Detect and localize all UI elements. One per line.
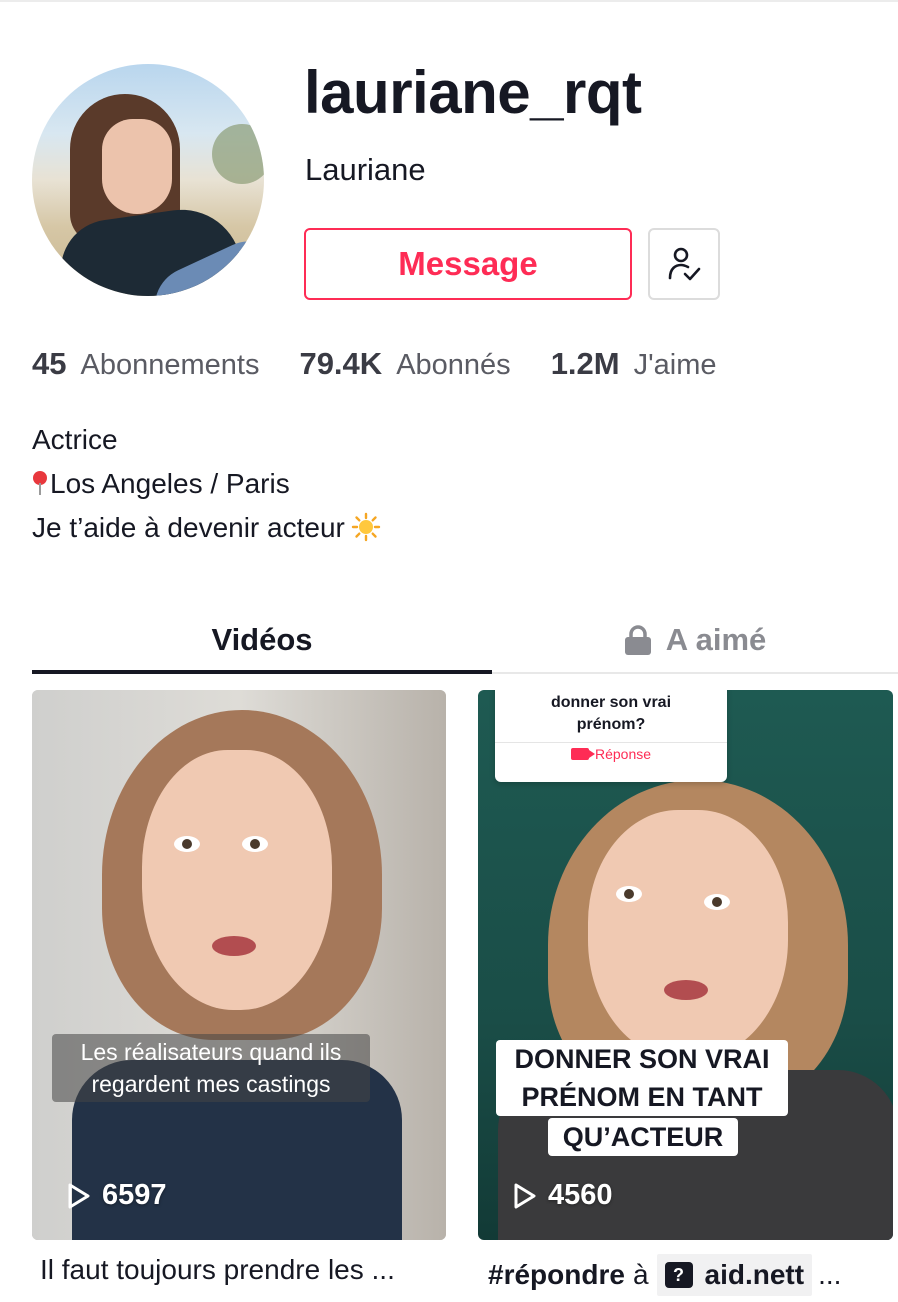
bio-location-text: Los Angeles / Paris — [50, 468, 290, 499]
message-button[interactable]: Message — [304, 228, 632, 300]
top-divider — [0, 0, 898, 2]
thumb-mouth — [212, 936, 256, 956]
profile-tabs: Vidéos A aimé — [32, 608, 898, 674]
qa-question-line: prénom? — [576, 716, 646, 733]
description-ellipsis: ... — [818, 1259, 842, 1290]
play-icon — [68, 1183, 90, 1208]
avatar-bg-palm — [212, 124, 264, 184]
stat-value: 45 — [32, 346, 67, 381]
video-caption-line3: QU’ACTEUR — [548, 1118, 738, 1156]
username: lauriane_rqt — [304, 59, 642, 126]
view-count: 6597 — [66, 1179, 167, 1212]
bio-line: Actrice — [32, 424, 118, 455]
video-description[interactable]: Il faut toujours prendre les ... — [40, 1254, 395, 1286]
tab-liked[interactable]: A aimé — [492, 608, 898, 672]
stat-value: 1.2M — [550, 346, 620, 381]
video-caption: Les réalisateurs quand ils regardent mes… — [52, 1034, 370, 1102]
caption-line: Les réalisateurs quand ils — [80, 1039, 342, 1065]
thumb-eye — [704, 894, 730, 910]
stat-followers[interactable]: 79.4K Abonnés — [299, 346, 510, 382]
hashtag-link[interactable]: #répondre — [488, 1259, 625, 1291]
qa-question: donner son vrai prénom? — [495, 692, 727, 736]
mention-link[interactable]: ? aid.nett — [656, 1254, 813, 1296]
stat-likes: 1.2M J'aime — [551, 346, 717, 382]
person-check-icon — [668, 247, 701, 281]
play-icon — [514, 1183, 536, 1208]
video-camera-icon — [570, 748, 595, 760]
display-name: Lauriane — [305, 152, 426, 187]
lock-icon — [624, 625, 651, 655]
qa-reply-label: Réponse — [594, 746, 652, 762]
video-thumbnail[interactable]: donner son vrai prénom? Réponse DONNER S… — [478, 690, 893, 1240]
thumb-eye — [242, 836, 268, 852]
stat-value: 79.4K — [299, 346, 383, 381]
caption-line: regardent mes castings — [91, 1071, 331, 1097]
thumb-eye — [616, 886, 642, 902]
stat-label: Abonnements — [80, 349, 260, 381]
video-caption: DONNER SON VRAI PRÉNOM EN TANT — [496, 1040, 788, 1116]
caption-line: PRÉNOM EN TANT — [521, 1082, 763, 1112]
thumb-eye — [174, 836, 200, 852]
thumb-face — [142, 750, 332, 1010]
mention-text: aid.nett — [704, 1259, 805, 1290]
video-description[interactable]: #répondre à ? aid.nett ... — [488, 1254, 841, 1296]
view-count-value: 6597 — [102, 1179, 167, 1211]
bio-tagline-text: Je t’aide à devenir acteur — [32, 512, 345, 543]
bio: Actrice Los Angeles / Paris Je t’aide à … — [32, 418, 381, 550]
qa-question-line: donner son vrai — [550, 694, 672, 711]
following-button[interactable] — [648, 228, 720, 300]
tab-liked-label: A aimé — [665, 622, 767, 657]
tab-videos[interactable]: Vidéos — [32, 608, 492, 674]
stat-label: Abonnés — [396, 349, 511, 381]
qa-reply: Réponse — [495, 746, 727, 762]
bio-line-tagline: Je t’aide à devenir acteur — [32, 506, 381, 550]
video-thumbnail[interactable]: Les réalisateurs quand ils regardent mes… — [32, 690, 446, 1240]
profile-stats: 45 Abonnements 79.4K Abonnés 1.2M J'aime — [32, 346, 757, 382]
question-icon: ? — [664, 1262, 693, 1288]
avatar[interactable] — [32, 64, 264, 296]
description-connector: à — [632, 1259, 649, 1290]
thumb-mouth — [664, 980, 708, 1000]
qa-sticker: donner son vrai prénom? Réponse — [495, 690, 727, 782]
stat-label: J'aime — [633, 349, 717, 381]
caption-line: DONNER SON VRAI — [514, 1044, 770, 1074]
sun-icon — [351, 512, 381, 542]
thumb-face — [588, 810, 788, 1060]
view-count-value: 4560 — [548, 1179, 613, 1211]
stat-following[interactable]: 45 Abonnements — [32, 346, 259, 382]
bio-line-location: Los Angeles / Paris — [32, 462, 381, 506]
view-count: 4560 — [512, 1179, 613, 1212]
qa-divider — [495, 742, 727, 743]
pin-icon — [32, 469, 48, 497]
avatar-face — [102, 119, 172, 214]
